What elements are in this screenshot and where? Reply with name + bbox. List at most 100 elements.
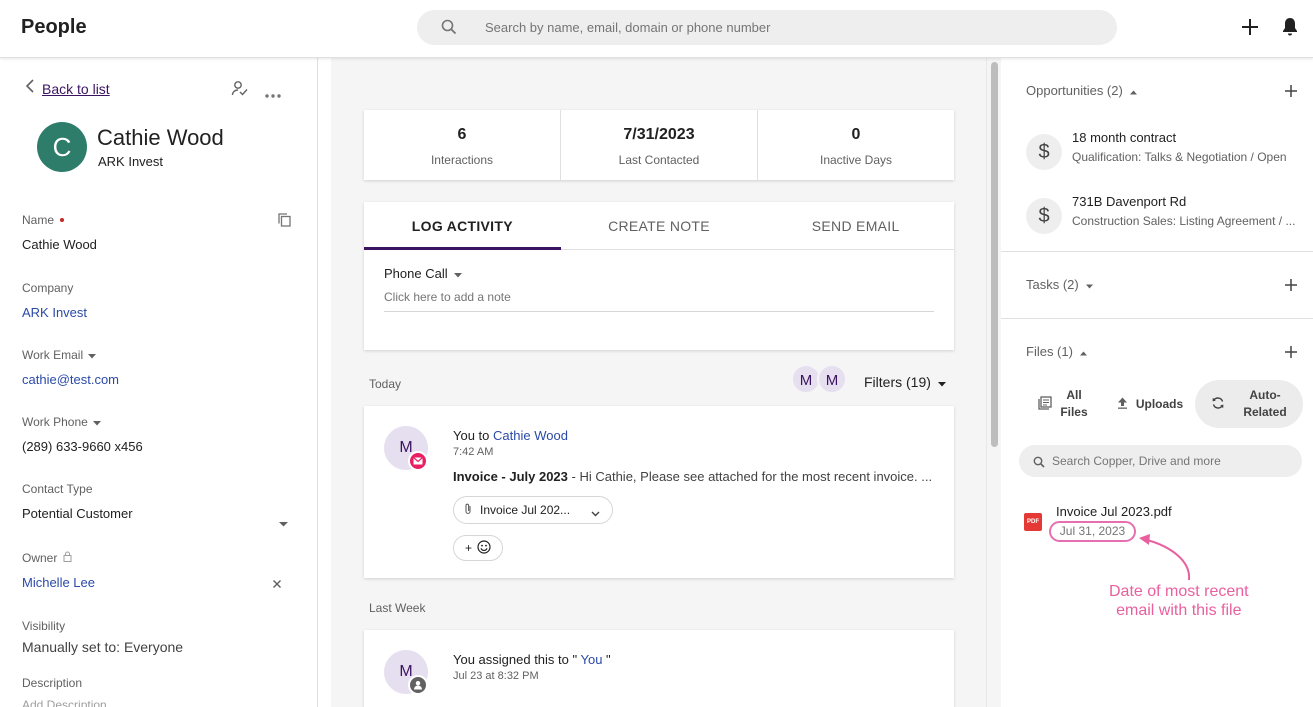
- add-reaction-button[interactable]: +: [453, 535, 503, 561]
- dollar-icon: $: [1026, 134, 1062, 170]
- opportunity-subtitle: Qualification: Talks & Negotiation / Ope…: [1072, 150, 1287, 164]
- opportunities-header[interactable]: Opportunities (2): [1026, 83, 1137, 98]
- search-placeholder: Search by name, email, domain or phone n…: [485, 20, 771, 35]
- work-phone-label: Work Phone: [22, 415, 88, 429]
- caret-down-icon: [453, 266, 462, 281]
- activity-type-select[interactable]: Phone Call: [384, 266, 462, 281]
- company-field[interactable]: Company ARK Invest: [22, 281, 87, 320]
- feed-scrollbar[interactable]: [986, 58, 1001, 707]
- email-activity-card[interactable]: M You to Cathie Wood 7:42 AM Invoice - J…: [364, 406, 954, 578]
- scrollbar-thumb[interactable]: [991, 62, 998, 447]
- caret-up-icon: [1129, 83, 1137, 98]
- recipient-link[interactable]: Cathie Wood: [493, 428, 568, 443]
- global-search-input[interactable]: Search by name, email, domain or phone n…: [417, 10, 1117, 45]
- tab-uploads[interactable]: Uploads: [1105, 380, 1195, 428]
- description-label: Description: [22, 676, 83, 690]
- name-value: Cathie Wood: [22, 237, 97, 252]
- assignment-time: Jul 23 at 8:32 PM: [453, 670, 539, 682]
- smiley-icon: [477, 539, 491, 557]
- divider: [1001, 251, 1313, 252]
- file-filter-tabs: All Files Uploads Auto- Related: [1021, 380, 1303, 428]
- page-title: People: [21, 16, 87, 38]
- work-email-link[interactable]: cathie@test.com: [22, 372, 119, 387]
- caret-down-icon[interactable]: [88, 348, 97, 362]
- email-icon: [408, 451, 428, 471]
- contact-type-dropdown-icon[interactable]: [279, 514, 288, 532]
- company-link[interactable]: ARK Invest: [22, 305, 87, 320]
- files-header[interactable]: Files (1): [1026, 344, 1087, 359]
- chevron-left-icon: [25, 79, 35, 98]
- tab-auto-related[interactable]: Auto- Related: [1195, 380, 1303, 428]
- attachment-chip[interactable]: Invoice Jul 202...: [453, 496, 613, 524]
- caret-down-icon: [1085, 277, 1093, 292]
- add-file-icon[interactable]: [1284, 345, 1298, 364]
- description-placeholder[interactable]: Add Description: [22, 698, 107, 707]
- contact-details-panel: Back to list C Cathie Wood ARK Invest Na…: [0, 58, 318, 707]
- tab-all-files[interactable]: All Files: [1021, 380, 1105, 428]
- search-icon: [441, 19, 457, 40]
- filters-dropdown[interactable]: Filters (19): [864, 374, 946, 390]
- contact-type-label: Contact Type: [22, 482, 93, 496]
- back-label: Back to list: [42, 80, 110, 97]
- name-field[interactable]: Name Cathie Wood: [22, 213, 97, 252]
- activity-feed-panel: 6 Interactions 7/31/2023 Last Contacted …: [331, 58, 986, 707]
- note-input[interactable]: Click here to add a note: [384, 290, 934, 312]
- work-email-field[interactable]: Work Email cathie@test.com: [22, 348, 119, 387]
- person-icon: [408, 675, 428, 695]
- add-task-icon[interactable]: [1284, 278, 1298, 297]
- tasks-header[interactable]: Tasks (2): [1026, 277, 1093, 292]
- tab-create-note[interactable]: CREATE NOTE: [561, 202, 758, 249]
- assignment-activity-card[interactable]: M You assigned this to " You " Jul 23 at…: [364, 630, 954, 707]
- search-icon: [1033, 455, 1045, 473]
- owner-field[interactable]: Owner Michelle Lee: [22, 551, 95, 590]
- last-week-section-label: Last Week: [369, 601, 426, 615]
- copy-icon[interactable]: [278, 213, 291, 232]
- caret-down-icon[interactable]: [92, 415, 101, 429]
- file-name-link[interactable]: Invoice Jul 2023.pdf: [1056, 504, 1172, 519]
- email-subject[interactable]: Invoice - July 2023 - Hi Cathie, Please …: [453, 469, 943, 484]
- dollar-icon: $: [1026, 198, 1062, 234]
- owner-link[interactable]: Michelle Lee: [22, 575, 95, 590]
- visibility-value[interactable]: Manually set to: Everyone: [22, 639, 183, 655]
- filter-avatars[interactable]: M M: [791, 364, 847, 394]
- visibility-label: Visibility: [22, 619, 66, 633]
- opportunity-title: 18 month contract: [1072, 130, 1177, 145]
- callout-arrow: [1139, 534, 1191, 581]
- more-options-icon[interactable]: [264, 86, 282, 104]
- assignee-link[interactable]: You: [577, 652, 602, 667]
- contact-type-value[interactable]: Potential Customer: [22, 506, 133, 521]
- attachment-name: Invoice Jul 202...: [480, 503, 571, 517]
- back-to-list-link[interactable]: Back to list: [25, 79, 110, 98]
- opportunity-subtitle: Construction Sales: Listing Agreement / …: [1072, 214, 1296, 228]
- chevron-down-icon[interactable]: [591, 506, 600, 520]
- add-opportunity-icon[interactable]: [1284, 84, 1298, 103]
- activity-type-label: Phone Call: [384, 266, 448, 281]
- description-field[interactable]: Description Add Description: [22, 676, 107, 707]
- required-indicator: [60, 218, 65, 222]
- visibility-field[interactable]: Visibility Manually set to: Everyone: [22, 619, 183, 655]
- notifications-bell-icon[interactable]: [1281, 17, 1299, 42]
- pdf-file-icon: PDF: [1024, 513, 1042, 531]
- upload-icon: [1117, 397, 1128, 412]
- clear-owner-icon[interactable]: [272, 576, 282, 594]
- owner-label: Owner: [22, 551, 58, 565]
- work-email-label: Work Email: [22, 348, 84, 362]
- activity-composer: LOG ACTIVITY CREATE NOTE SEND EMAIL Phon…: [364, 202, 954, 350]
- add-icon[interactable]: [1240, 17, 1260, 42]
- lock-icon: [63, 551, 72, 565]
- contact-type-field[interactable]: Contact Type Potential Customer: [22, 482, 133, 521]
- stat-last-contacted: 7/31/2023 Last Contacted: [561, 110, 758, 180]
- contact-name: Cathie Wood: [97, 125, 224, 150]
- assignment-text: You assigned this to " You ": [453, 652, 611, 667]
- today-section-label: Today: [369, 377, 402, 391]
- contact-avatar: C: [37, 122, 87, 172]
- stat-interactions: 6 Interactions: [364, 110, 561, 180]
- user-avatar: M: [817, 364, 847, 394]
- tab-log-activity[interactable]: LOG ACTIVITY: [364, 202, 561, 250]
- work-phone-field[interactable]: Work Phone (289) 633-9660 x456: [22, 415, 143, 454]
- tab-send-email[interactable]: SEND EMAIL: [757, 202, 954, 249]
- email-time: 7:42 AM: [453, 446, 494, 458]
- follow-person-icon[interactable]: [231, 80, 249, 103]
- caret-up-icon: [1079, 344, 1087, 359]
- file-search-input[interactable]: Search Copper, Drive and more: [1019, 445, 1302, 477]
